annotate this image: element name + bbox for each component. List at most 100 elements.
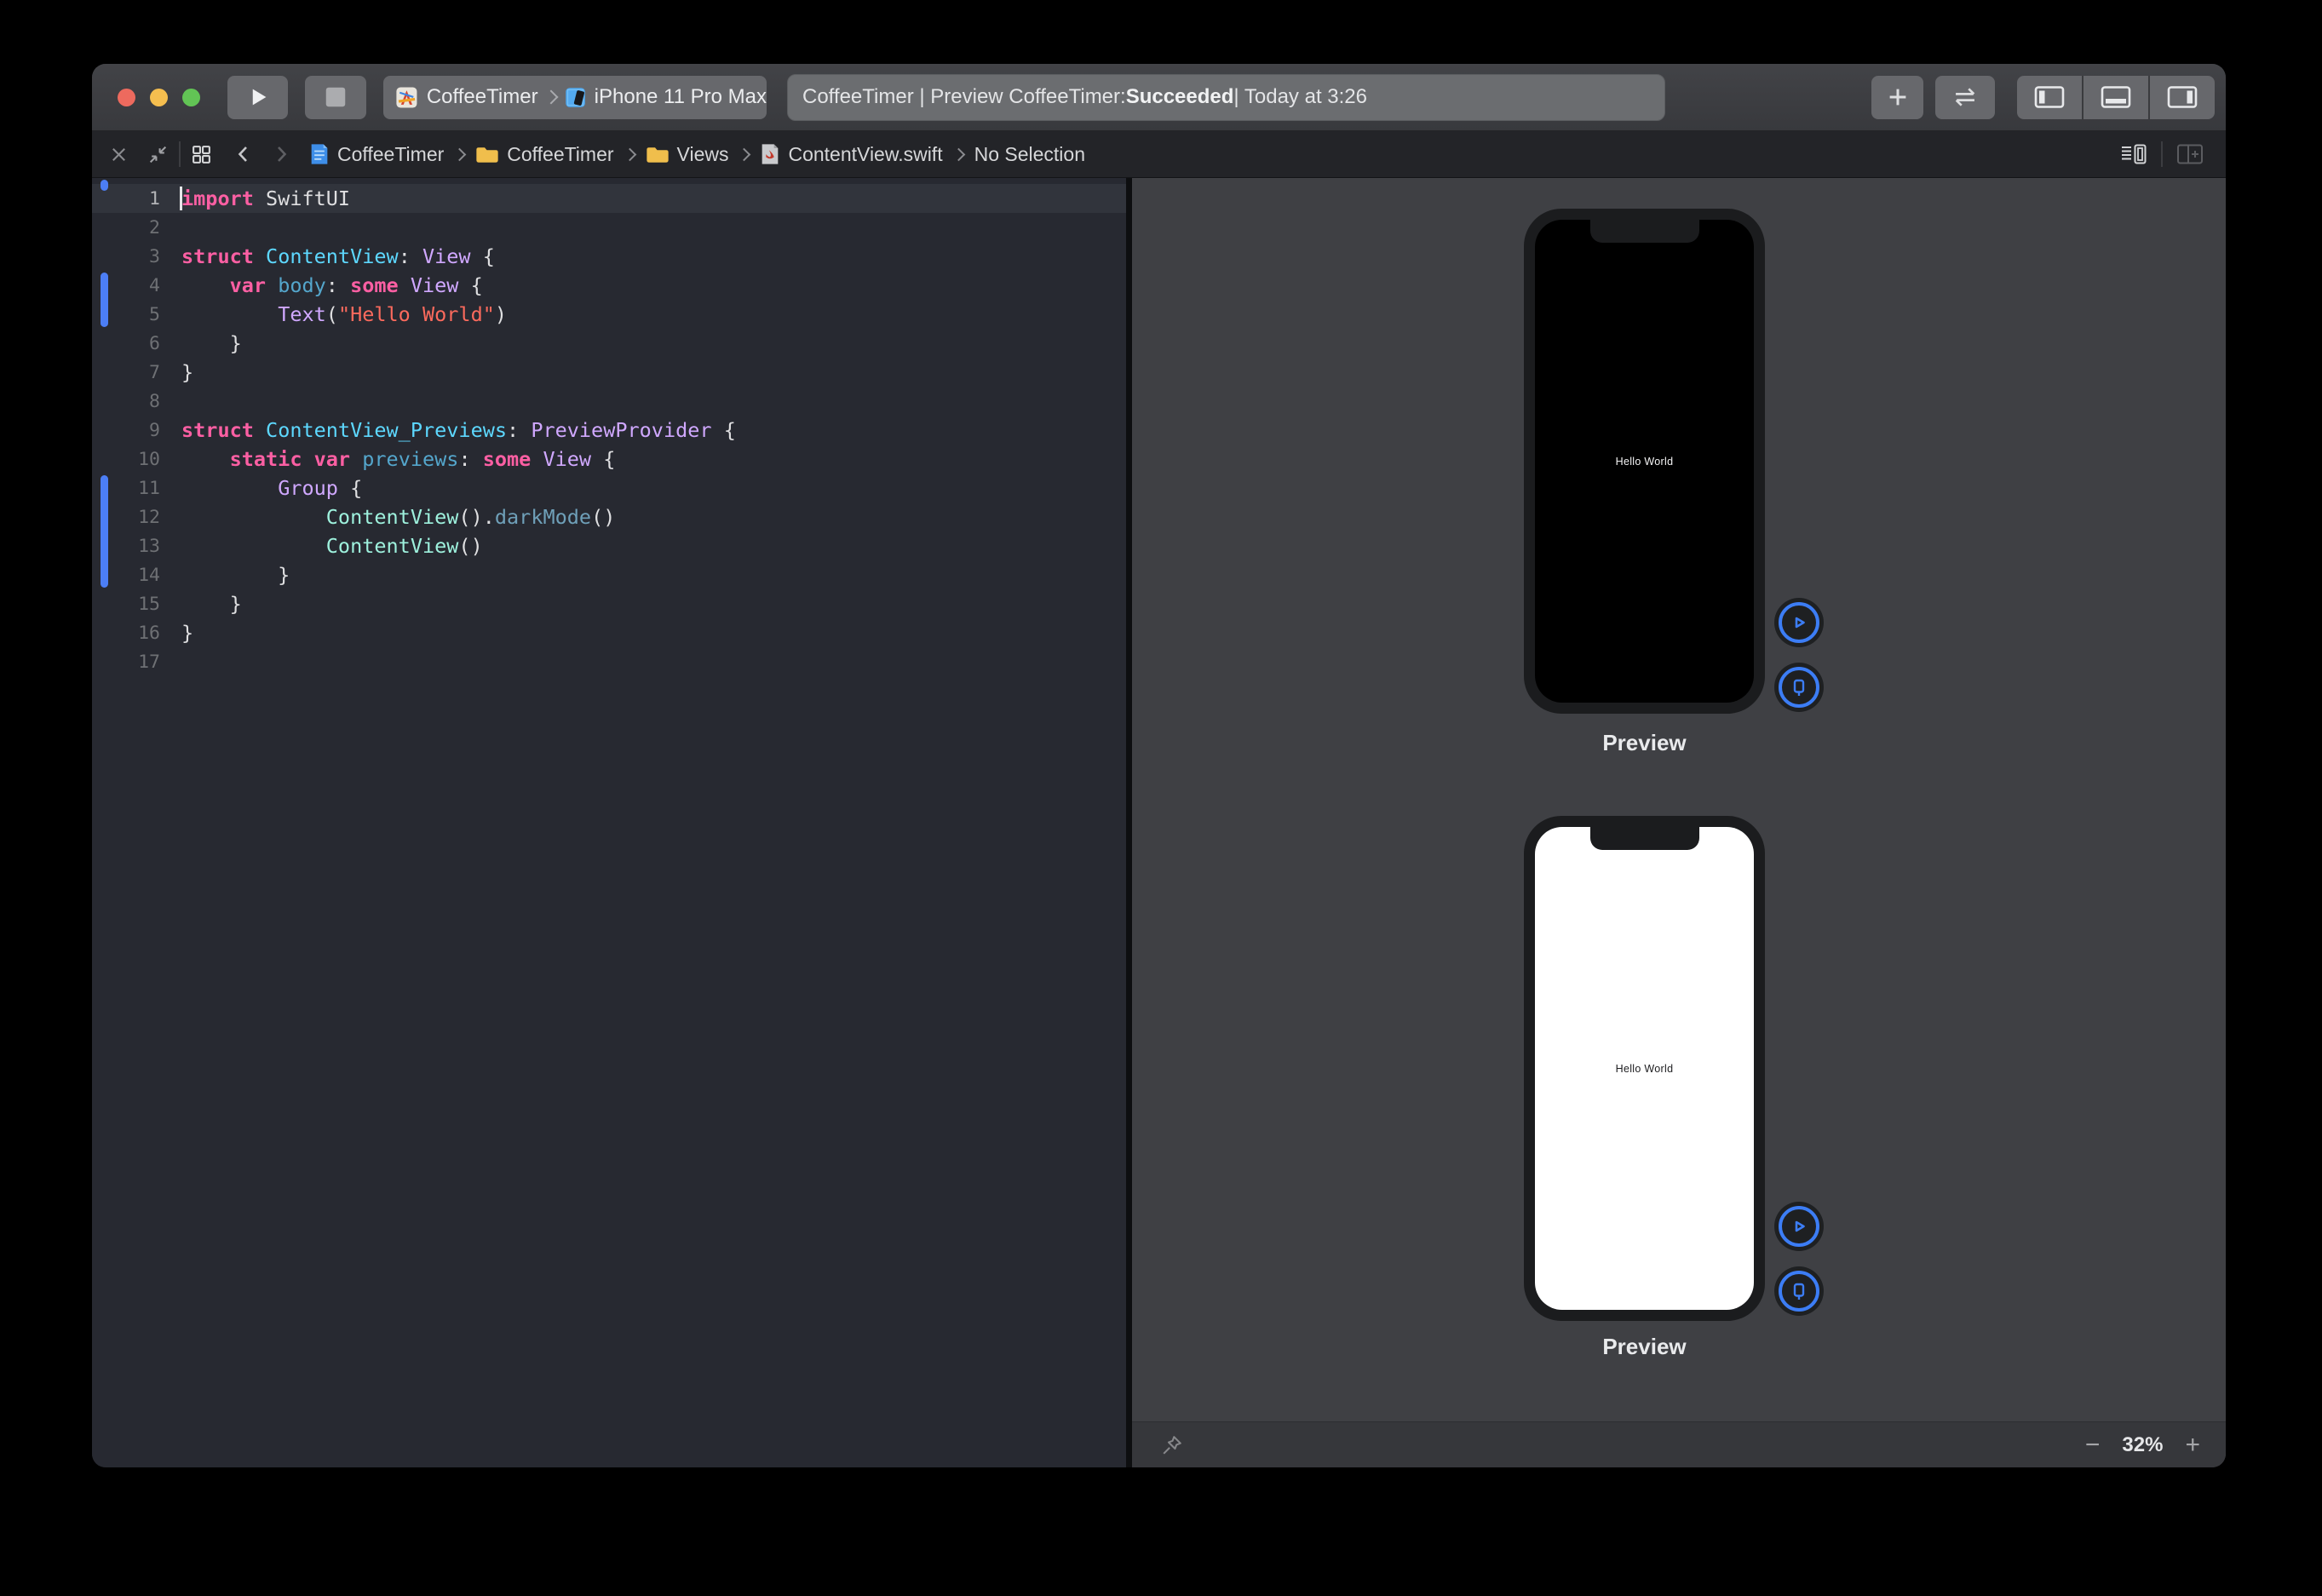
breadcrumb-item-group[interactable]: CoffeeTimer xyxy=(475,143,613,166)
code-line[interactable]: 5 Text("Hello World") xyxy=(92,300,1126,329)
status-suffix: | Today at 3:26 xyxy=(1233,85,1367,109)
zoom-level: 32% xyxy=(2122,1433,2163,1457)
line-number: 2 xyxy=(92,217,160,238)
add-editor-icon xyxy=(2176,143,2204,165)
breadcrumb-item-selection[interactable]: No Selection xyxy=(974,143,1085,166)
preview-screen-dark: Hello World xyxy=(1535,220,1754,703)
code-line[interactable]: 6 } xyxy=(92,329,1126,358)
breadcrumb-item-group[interactable]: Views xyxy=(646,143,729,166)
code-text: Group { xyxy=(181,476,362,500)
scheme-selector[interactable]: CoffeeTimer iPhone 11 Pro Max xyxy=(383,76,767,119)
inspector-panel-icon xyxy=(2167,85,2198,109)
breadcrumb-label: No Selection xyxy=(974,143,1085,166)
preview-on-device-button[interactable] xyxy=(1774,663,1824,712)
pin-preview-button[interactable] xyxy=(1159,1432,1185,1458)
code-line[interactable]: 10 static var previews: some View { xyxy=(92,445,1126,474)
preview-canvas: Hello World Preview xyxy=(1132,178,2226,1467)
preview-on-device-button[interactable] xyxy=(1774,1266,1824,1316)
editor-canvas-divider[interactable] xyxy=(1126,178,1132,1467)
close-editor-button[interactable] xyxy=(109,145,129,164)
preview-on-device-ring xyxy=(1779,667,1819,708)
panel-toggles xyxy=(2017,76,2215,119)
code-line[interactable]: 15 } xyxy=(92,589,1126,618)
chevron-right-icon xyxy=(272,144,290,164)
code-lines: 1 import SwiftUI 2 3struct ContentView: Vie… xyxy=(92,178,1126,1467)
line-number: 1 xyxy=(92,188,160,210)
toolbar: CoffeeTimer iPhone 11 Pro Max CoffeeTime… xyxy=(92,64,2226,131)
editor-options-button[interactable] xyxy=(2120,143,2147,165)
code-text: import SwiftUI xyxy=(181,187,350,210)
back-button[interactable] xyxy=(234,144,253,164)
run-button[interactable] xyxy=(227,76,288,119)
minimize-window-button[interactable] xyxy=(150,89,168,106)
jumpbar-divider xyxy=(179,141,181,167)
stop-button[interactable] xyxy=(305,76,366,119)
breadcrumb-item-file[interactable]: ContentView.swift xyxy=(760,142,942,166)
code-line[interactable]: 7} xyxy=(92,358,1126,387)
live-preview-button[interactable] xyxy=(1774,1202,1824,1251)
close-window-button[interactable] xyxy=(118,89,135,106)
zoom-out-button[interactable]: − xyxy=(2085,1432,2101,1458)
line-number: 7 xyxy=(92,362,160,383)
line-number: 9 xyxy=(92,420,160,441)
code-line[interactable]: 14 } xyxy=(92,560,1126,589)
line-number: 16 xyxy=(92,623,160,644)
debug-area-toggle-button[interactable] xyxy=(2082,76,2148,119)
code-line[interactable]: 11 Group { xyxy=(92,474,1126,502)
source-editor[interactable]: 1 import SwiftUI 2 3struct ContentView: Vie… xyxy=(92,178,1126,1467)
zoom-window-button[interactable] xyxy=(182,89,200,106)
line-number: 17 xyxy=(92,652,160,673)
scheme-destination-label: iPhone 11 Pro Max xyxy=(595,85,767,109)
run-icon xyxy=(245,84,271,110)
code-text: ContentView() xyxy=(181,534,483,558)
device-icon xyxy=(1789,1281,1809,1301)
breadcrumb-separator-icon xyxy=(453,147,467,161)
jump-bar: CoffeeTimer CoffeeTimer Views xyxy=(92,131,2226,178)
breadcrumb-item-project[interactable]: CoffeeTimer xyxy=(309,142,444,166)
inward-arrows-icon xyxy=(147,144,169,165)
text-cursor xyxy=(180,187,182,210)
code-line[interactable]: 16} xyxy=(92,618,1126,647)
debug-panel-icon xyxy=(2101,85,2131,109)
code-text: struct ContentView: View { xyxy=(181,244,495,268)
preview-on-device-ring xyxy=(1779,1271,1819,1312)
code-line[interactable]: 12 ContentView().darkMode() xyxy=(92,502,1126,531)
preview-label: Preview xyxy=(1524,730,1765,756)
code-line[interactable]: 3struct ContentView: View { xyxy=(92,242,1126,271)
code-line[interactable]: 17 xyxy=(92,647,1126,676)
preview-device-light[interactable]: Hello World xyxy=(1524,816,1765,1321)
code-text: } xyxy=(181,360,193,384)
device-icon xyxy=(1789,677,1809,698)
close-icon xyxy=(109,145,129,164)
swift-file-icon xyxy=(760,142,780,166)
change-marker xyxy=(101,475,108,588)
navigator-toggle-button[interactable] xyxy=(2017,76,2082,119)
forward-button[interactable] xyxy=(272,144,290,164)
code-line[interactable]: 4 var body: some View { xyxy=(92,271,1126,300)
code-line[interactable]: 8 xyxy=(92,387,1126,416)
inspector-toggle-button[interactable] xyxy=(2148,76,2215,119)
preview-device-dark[interactable]: Hello World xyxy=(1524,209,1765,714)
change-marker xyxy=(101,273,108,327)
breadcrumb: CoffeeTimer CoffeeTimer Views xyxy=(309,142,1085,166)
activity-status-view[interactable]: CoffeeTimer | Preview CoffeeTimer: Succe… xyxy=(787,74,1665,121)
destination-device-icon xyxy=(564,84,587,111)
add-editor-button[interactable] xyxy=(2176,143,2204,165)
live-preview-button[interactable] xyxy=(1774,598,1824,647)
code-line[interactable]: 2 xyxy=(92,213,1126,242)
left-right-arrows-icon xyxy=(1951,84,1980,110)
zoom-in-button[interactable]: + xyxy=(2185,1432,2200,1458)
canvas-bottom-bar: − 32% + xyxy=(1132,1421,2226,1467)
library-button[interactable] xyxy=(1871,76,1923,119)
app-project-icon xyxy=(394,83,419,112)
code-line[interactable]: 9struct ContentView_Previews: PreviewPro… xyxy=(92,416,1126,445)
related-items-button[interactable] xyxy=(191,144,212,165)
code-line[interactable]: 1 import SwiftUI xyxy=(92,184,1126,213)
code-line[interactable]: 13 ContentView() xyxy=(92,531,1126,560)
change-marker xyxy=(101,180,108,191)
line-number: 10 xyxy=(92,449,160,470)
focus-editor-button[interactable] xyxy=(147,144,169,165)
code-text: } xyxy=(181,563,290,587)
code-review-button[interactable] xyxy=(1935,76,1995,119)
status-prefix: CoffeeTimer | Preview CoffeeTimer: xyxy=(802,85,1126,109)
